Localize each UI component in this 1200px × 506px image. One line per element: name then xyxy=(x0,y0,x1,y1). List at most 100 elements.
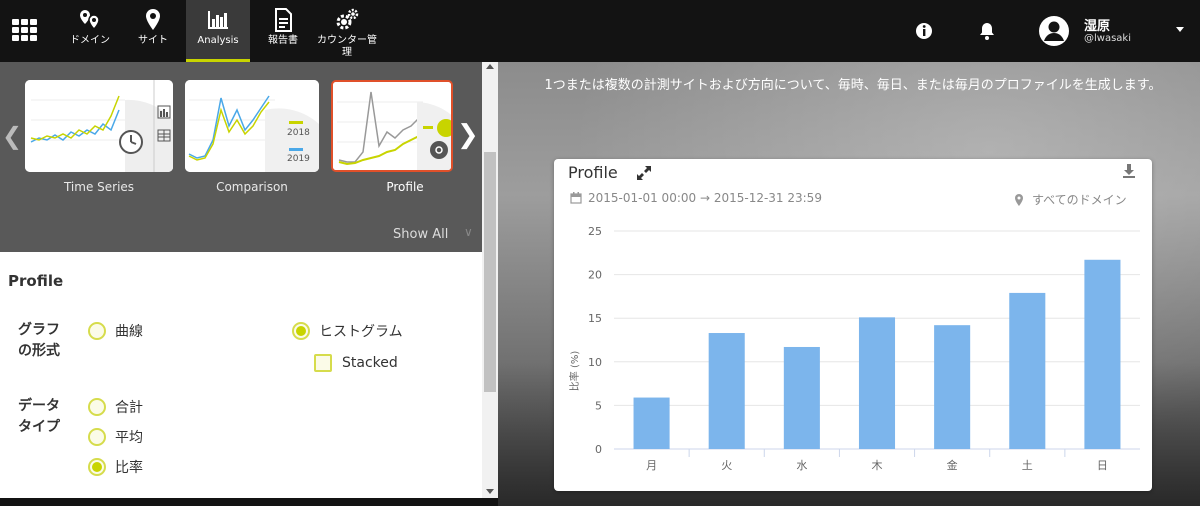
x-tick-label: 月 xyxy=(646,459,657,472)
chart-bars xyxy=(633,259,1121,449)
thumbnail-label: Time Series xyxy=(63,180,135,194)
data-type-label-line2: タイプ xyxy=(18,419,60,435)
option-label: ヒストグラム xyxy=(319,324,403,340)
chevron-right-icon[interactable]: ❯ xyxy=(457,120,479,150)
expand-icon[interactable] xyxy=(636,165,652,181)
bar-2[interactable] xyxy=(783,346,820,449)
top-nav-bar: ドメイン サイト Analysis 報告書 カウンター管理 湿原 @lwasak… xyxy=(0,0,1200,62)
scroll-up-icon[interactable] xyxy=(486,64,494,69)
thumbnail-comparison[interactable]: 2018 2019 xyxy=(185,80,319,172)
radio-ratio[interactable]: 比率 xyxy=(88,456,143,478)
radio-button[interactable] xyxy=(88,322,106,340)
graph-type-label: グラフ の形式 xyxy=(18,320,60,362)
radio-button[interactable] xyxy=(88,458,106,476)
document-icon xyxy=(275,8,292,32)
radio-histogram[interactable]: ヒストグラム xyxy=(292,320,403,342)
bar-3[interactable] xyxy=(858,317,896,449)
chart-card: Profile 2015-01-01 00:00 → 2015-12-31 23… xyxy=(554,159,1152,491)
chevron-down-icon[interactable] xyxy=(1176,27,1184,32)
nav-item-site[interactable]: サイト xyxy=(128,0,178,62)
map-pin-icon xyxy=(146,9,160,30)
nav-label: Analysis xyxy=(197,35,239,46)
nav-item-counter-management[interactable]: カウンター管理 xyxy=(314,0,380,62)
x-tick-label: 日 xyxy=(1097,459,1108,472)
scroll-down-icon[interactable] xyxy=(486,489,494,494)
section-title: Profile xyxy=(8,272,64,290)
checkbox-stacked[interactable]: Stacked xyxy=(314,352,398,374)
thumbnail-profile[interactable] xyxy=(331,80,453,172)
radio-curve[interactable]: 曲線 xyxy=(88,320,143,342)
chevron-down-icon[interactable]: ∨ xyxy=(464,225,473,239)
y-tick-label: 20 xyxy=(588,269,602,282)
x-tick-label: 金 xyxy=(947,458,958,472)
thumbnail-label: Comparison xyxy=(216,180,288,194)
data-type-label: データ タイプ xyxy=(18,396,60,438)
thumbnail-time-series[interactable] xyxy=(25,80,173,172)
domain-filter[interactable]: すべてのドメイン xyxy=(1014,191,1127,208)
bar-chart-icon xyxy=(208,11,228,29)
option-label: 平均 xyxy=(115,430,143,446)
main-content: 1つまたは複数の計測サイトおよび方向について、毎時、毎日、または毎月のプロファイ… xyxy=(498,62,1200,506)
user-handle: @lwasaki xyxy=(1084,33,1131,44)
profile-preview xyxy=(333,82,451,170)
option-label: Stacked xyxy=(342,355,398,371)
x-tick-label: 水 xyxy=(796,459,807,472)
radio-button[interactable] xyxy=(88,428,106,446)
show-all-link[interactable]: Show All xyxy=(393,227,448,242)
x-axis-labels: 月火水木金土日 xyxy=(646,449,1108,472)
y-tick-label: 15 xyxy=(588,312,602,325)
radio-button[interactable] xyxy=(88,398,106,416)
radio-button[interactable] xyxy=(292,322,310,340)
radio-average[interactable]: 平均 xyxy=(88,426,143,448)
option-label: 合計 xyxy=(115,400,143,416)
x-tick-label: 火 xyxy=(721,459,732,472)
legend-2019: 2019 xyxy=(287,154,310,164)
bar-4[interactable] xyxy=(934,325,971,449)
bar-1[interactable] xyxy=(708,333,745,449)
checkbox[interactable] xyxy=(314,354,332,372)
nav-label: サイト xyxy=(138,35,168,46)
y-tick-label: 0 xyxy=(595,443,602,456)
domain-filter-text: すべてのドメイン xyxy=(1032,193,1127,207)
y-tick-label: 5 xyxy=(595,399,602,412)
footer-bar xyxy=(0,498,498,506)
x-tick-label: 土 xyxy=(1022,459,1033,472)
nav-label: 報告書 xyxy=(268,35,298,46)
date-range: 2015-01-01 00:00 → 2015-12-31 23:59 xyxy=(570,191,822,205)
option-label: 比率 xyxy=(115,460,143,476)
avatar xyxy=(1039,16,1069,46)
profile-bar-chart: 0 5 10 15 20 25 月 火 水 木 金 土 日 比率 (%) xyxy=(568,225,1140,472)
nav-item-domain[interactable]: ドメイン xyxy=(62,0,118,62)
graph-type-label-line1: グラフ xyxy=(18,322,60,338)
time-series-preview xyxy=(25,80,173,172)
radio-total[interactable]: 合計 xyxy=(88,396,143,418)
info-icon[interactable] xyxy=(914,21,934,41)
y-axis-title: 比率 (%) xyxy=(568,351,581,392)
y-tick-label: 10 xyxy=(588,356,602,369)
bar-5[interactable] xyxy=(1009,292,1046,449)
user-menu[interactable]: 湿原 @lwasaki xyxy=(1038,13,1188,49)
nav-item-analysis[interactable]: Analysis xyxy=(186,0,250,62)
bell-icon[interactable] xyxy=(977,21,997,41)
data-type-label-line1: データ xyxy=(18,398,60,414)
y-tick-label: 25 xyxy=(588,225,602,238)
calendar-icon xyxy=(570,192,582,204)
map-pin-icon xyxy=(1015,193,1023,206)
panel-scrollbar[interactable] xyxy=(482,62,498,498)
option-label: 曲線 xyxy=(115,324,143,340)
graph-type-label-line2: の形式 xyxy=(18,343,60,359)
chevron-left-icon[interactable]: ❮ xyxy=(2,122,22,150)
app-grid-icon[interactable] xyxy=(12,19,38,41)
nav-label: カウンター管理 xyxy=(317,35,377,58)
bar-6[interactable] xyxy=(1084,259,1121,449)
bar-0[interactable] xyxy=(633,397,670,449)
thumbnail-label: Profile xyxy=(386,180,424,194)
nav-label: ドメイン xyxy=(70,35,110,46)
scrollbar-thumb[interactable] xyxy=(484,152,496,392)
legend-2018: 2018 xyxy=(287,128,310,138)
download-icon[interactable] xyxy=(1122,163,1136,179)
chart-title: Profile xyxy=(568,163,618,182)
x-tick-label: 木 xyxy=(872,459,883,472)
nav-item-reports[interactable]: 報告書 xyxy=(258,0,308,62)
settings-panel: ❮ 2018 2019 ❯ Time Series Comparison Pro… xyxy=(0,62,498,506)
